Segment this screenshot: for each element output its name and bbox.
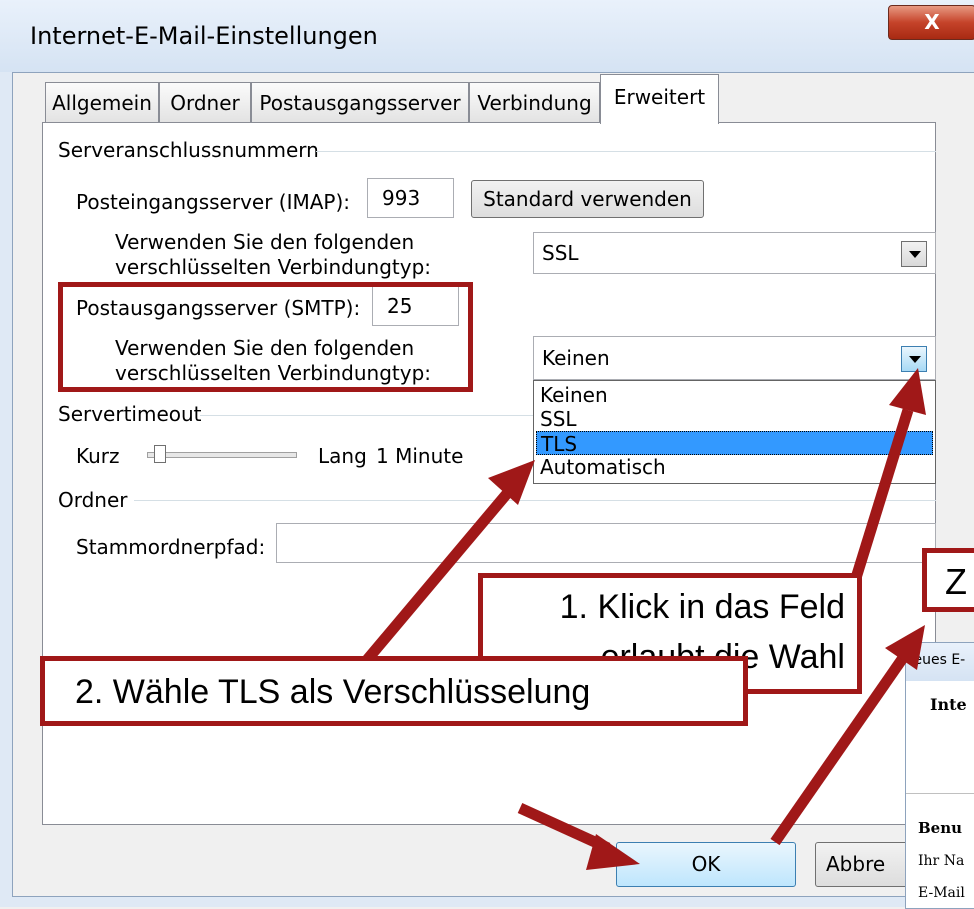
timeout-long-label: Lang	[318, 444, 367, 468]
timeout-short-label: Kurz	[76, 444, 120, 468]
smtp-encryption-dropdown: Keinen SSL TLS Automatisch	[533, 380, 936, 484]
smtp-encryption-select[interactable]: Keinen	[533, 336, 936, 380]
background-window-title: Neues E-	[905, 652, 966, 668]
option-tls[interactable]: TLS	[536, 431, 933, 456]
root-folder-label: Stammordnerpfad:	[76, 535, 266, 559]
group-timeout-label: Servertimeout	[58, 402, 202, 426]
imap-port-input[interactable]: 993	[367, 178, 454, 218]
tab-erweitert[interactable]: Erweitert	[600, 74, 719, 124]
group-divider	[200, 415, 533, 416]
imap-enc-label-line2: verschlüsselten Verbindungtyp:	[115, 255, 432, 279]
smtp-highlight-box	[58, 282, 473, 392]
chevron-down-icon[interactable]	[901, 346, 927, 372]
tab-postausgangsserver[interactable]: Postausgangsserver	[251, 82, 469, 122]
ok-button[interactable]: OK	[616, 842, 796, 887]
timeout-slider-thumb[interactable]	[154, 445, 166, 463]
group-divider	[316, 151, 936, 152]
background-window: Neues E- Inte Benu Ihr Na E-Mail	[905, 642, 974, 909]
group-server-ports-label: Serveranschlussnummern	[58, 138, 319, 162]
group-divider	[134, 500, 936, 501]
group-folder-label: Ordner	[58, 488, 128, 512]
smtp-encryption-value: Keinen	[542, 346, 610, 370]
imap-encryption-value: SSL	[542, 241, 579, 265]
background-window-heading: Inte	[930, 695, 967, 714]
callout-step2-text: 2. Wähle TLS als Verschlüsselung	[75, 673, 591, 711]
close-button[interactable]: X	[888, 5, 974, 40]
use-default-button[interactable]: Standard verwenden	[471, 180, 704, 218]
timeout-value: 1 Minute	[376, 444, 464, 468]
background-window-mail-label: E-Mail	[918, 885, 965, 901]
window-title: Internet-E-Mail-Einstellungen	[30, 22, 378, 50]
tab-allgemein[interactable]: Allgemein	[45, 82, 159, 122]
timeout-slider-track[interactable]	[147, 445, 297, 463]
background-window-name-label: Ihr Na	[918, 853, 965, 869]
callout-step3: Z	[922, 548, 974, 612]
option-automatisch[interactable]: Automatisch	[536, 455, 933, 479]
imap-label: Posteingangsserver (IMAP):	[76, 190, 351, 214]
root-folder-input[interactable]	[276, 523, 936, 563]
option-keinen[interactable]: Keinen	[536, 383, 933, 407]
imap-encryption-select[interactable]: SSL	[533, 232, 936, 274]
tab-verbindung[interactable]: Verbindung	[469, 82, 600, 122]
imap-enc-label-line1: Verwenden Sie den folgenden	[115, 230, 415, 254]
tab-ordner[interactable]: Ordner	[159, 82, 251, 122]
callout-step1-line1: 1. Klick in das Feld	[559, 588, 845, 626]
chevron-down-icon[interactable]	[901, 241, 927, 267]
option-ssl[interactable]: SSL	[536, 407, 933, 431]
background-window-divider	[906, 793, 974, 794]
callout-step3-text: Z	[945, 561, 967, 602]
settings-window: Internet-E-Mail-Einstellungen X Allgemei…	[0, 0, 974, 909]
callout-step2: 2. Wähle TLS als Verschlüsselung	[40, 656, 748, 726]
background-window-section: Benu	[918, 819, 963, 837]
